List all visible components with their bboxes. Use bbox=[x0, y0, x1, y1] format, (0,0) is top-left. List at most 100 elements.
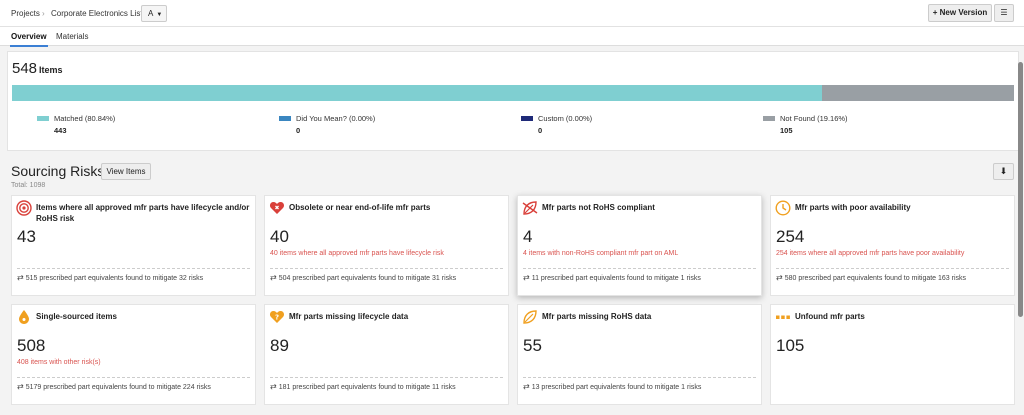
legend-label: Not Found (19.16%) bbox=[780, 114, 848, 123]
breadcrumb-list[interactable]: Corporate Electronics List bbox=[51, 9, 143, 18]
risk-card[interactable]: Obsolete or near end-of-life mfr parts 40… bbox=[264, 195, 509, 296]
tab-materials[interactable]: Materials bbox=[56, 32, 88, 41]
view-items-button[interactable]: View Items bbox=[101, 163, 151, 180]
swap-arrows-icon: ⇄ bbox=[17, 273, 24, 282]
risk-card[interactable]: Unfound mfr parts 105 bbox=[770, 304, 1015, 405]
risk-card-divider bbox=[17, 268, 250, 269]
breadcrumb-projects[interactable]: Projects bbox=[11, 9, 40, 18]
plus-icon: + bbox=[932, 8, 940, 17]
risk-card-title: Mfr parts missing RoHS data bbox=[542, 312, 652, 321]
risk-card[interactable]: Mfr parts with poor availability 254 254 i… bbox=[770, 195, 1015, 296]
risk-card-footer[interactable]: ⇄ 515 prescribed part equivalents found t… bbox=[17, 273, 203, 282]
risk-card-footer-text: 580 prescribed part equivalents found to… bbox=[784, 275, 967, 282]
swap-arrows-icon: ⇄ bbox=[270, 382, 277, 391]
risk-card-footer-text: 13 prescribed part equivalents found to … bbox=[531, 384, 702, 391]
legend-label: Matched (80.84%) bbox=[54, 114, 116, 123]
risk-card-value: 508 bbox=[17, 336, 46, 355]
top-bar: Projects › Corporate Electronics List A ▼… bbox=[0, 0, 1024, 27]
risk-card-value: 4 bbox=[523, 227, 533, 246]
risk-card-divider bbox=[523, 377, 756, 378]
risk-card-title: Obsolete or near end-of-life mfr parts bbox=[289, 203, 431, 212]
risk-card-title: Mfr parts with poor availability bbox=[795, 203, 911, 212]
broken-heart-icon bbox=[269, 200, 285, 216]
new-version-label: New Version bbox=[939, 8, 988, 17]
breadcrumb-chevron-icon: › bbox=[42, 9, 45, 18]
tab-bar: Overview Materials bbox=[0, 27, 1024, 47]
risk-card-subtext[interactable]: 4 items with non-RoHS compliant mfr part… bbox=[523, 250, 678, 257]
risk-card-subtext[interactable]: 408 items with other risk(s) bbox=[17, 359, 101, 366]
risk-card-subtext[interactable]: 40 items where all approved mfr parts ha… bbox=[270, 250, 444, 257]
swap-arrows-icon: ⇄ bbox=[17, 382, 24, 391]
svg-text:?: ? bbox=[275, 314, 279, 322]
legend-count: 443 bbox=[54, 126, 67, 135]
swap-arrows-icon: ⇄ bbox=[776, 273, 783, 282]
risk-card-title: Mfr parts missing lifecycle data bbox=[289, 312, 409, 321]
new-version-button[interactable]: + New Version bbox=[928, 4, 992, 22]
sourcing-risks-title: Sourcing Risks bbox=[11, 163, 105, 179]
legend-count: 0 bbox=[538, 126, 543, 135]
legend-swatch bbox=[521, 116, 533, 121]
legend-swatch bbox=[37, 116, 49, 121]
caret-down-icon: ▼ bbox=[156, 12, 163, 18]
download-icon: ⬇ bbox=[999, 166, 1008, 176]
risk-card-value: 55 bbox=[523, 336, 542, 355]
risk-card-footer[interactable]: ⇄ 181 prescribed part equivalents found t… bbox=[270, 382, 456, 391]
drop-icon bbox=[16, 309, 32, 325]
risks-total: Total: 1098 bbox=[11, 182, 46, 189]
risk-card[interactable]: Single-sourced items 508 408 items with ot… bbox=[11, 304, 256, 405]
matched-bar-fill bbox=[12, 85, 823, 101]
items-summary-panel: 548 Items Matched (80.84%) 443 Did You Mea… bbox=[7, 51, 1019, 151]
risk-card-footer[interactable]: ⇄ 580 prescribed part equivalents found t… bbox=[776, 273, 966, 282]
risk-card-footer[interactable]: ⇄ 11 prescribed part equivalents found to… bbox=[523, 273, 701, 282]
risk-card-divider bbox=[17, 377, 250, 378]
risk-card-title: Items where all approved mfr parts have … bbox=[36, 203, 250, 223]
legend-count: 0 bbox=[296, 126, 301, 135]
risk-card[interactable]: Mfr parts not RoHS compliant 4 4 items wit… bbox=[517, 195, 762, 296]
swap-arrows-icon: ⇄ bbox=[523, 382, 530, 391]
items-label: Items bbox=[39, 65, 63, 75]
risk-card-footer-text: 515 prescribed part equivalents found to… bbox=[25, 275, 204, 282]
clock-icon bbox=[775, 200, 791, 216]
tab-overview[interactable]: Overview bbox=[10, 32, 48, 47]
page-scrollbar[interactable] bbox=[1018, 62, 1023, 317]
swap-arrows-icon: ⇄ bbox=[523, 273, 530, 282]
menu-button[interactable]: ☰ bbox=[994, 4, 1014, 22]
legend-count: 105 bbox=[780, 126, 793, 135]
risk-card-footer-text: 181 prescribed part equivalents found to… bbox=[278, 384, 456, 391]
risk-card-divider bbox=[776, 268, 1009, 269]
risk-card-title: Single-sourced items bbox=[36, 312, 117, 321]
risk-card-subtext[interactable]: 254 items where all approved mfr parts h… bbox=[776, 250, 964, 257]
revision-value: A bbox=[148, 9, 154, 18]
risk-card[interactable]: Mfr parts missing RoHS data 55 ⇄ 13 prescri… bbox=[517, 304, 762, 405]
risk-card-value: 40 bbox=[270, 227, 289, 246]
heart-question-icon: ? bbox=[269, 309, 285, 325]
revision-select[interactable]: A ▼ bbox=[141, 5, 167, 22]
legend-label: Did You Mean? (0.00%) bbox=[296, 114, 376, 123]
risk-card-divider bbox=[270, 268, 503, 269]
risk-card-divider bbox=[523, 268, 756, 269]
legend-swatch bbox=[279, 116, 291, 121]
risk-card-footer-text: 11 prescribed part equivalents found to … bbox=[531, 275, 701, 282]
leaf-icon bbox=[522, 309, 538, 325]
risk-card-value: 254 bbox=[776, 227, 805, 246]
legend-swatch bbox=[763, 116, 775, 121]
target-icon bbox=[16, 200, 32, 216]
dots-icon bbox=[775, 309, 791, 325]
leaf-crossed-icon bbox=[522, 200, 538, 216]
risk-card-footer-text: 504 prescribed part equivalents found to… bbox=[278, 275, 457, 282]
match-progress-bar bbox=[12, 85, 1014, 101]
risk-card-footer[interactable]: ⇄ 504 prescribed part equivalents found t… bbox=[270, 273, 456, 282]
risk-card[interactable]: ? Mfr parts missing lifecycle data 89 ⇄ 181 … bbox=[264, 304, 509, 405]
risk-card-footer[interactable]: ⇄ 13 prescribed part equivalents found to… bbox=[523, 382, 701, 391]
risk-card-value: 89 bbox=[270, 336, 289, 355]
risk-card-title: Mfr parts not RoHS compliant bbox=[542, 203, 655, 212]
risk-card-footer[interactable]: ⇄ 5179 prescribed part equivalents found … bbox=[17, 382, 211, 391]
risk-card-value: 43 bbox=[17, 227, 36, 246]
risk-card-title: Unfound mfr parts bbox=[795, 312, 865, 321]
items-total: 548 bbox=[12, 60, 38, 77]
risk-card[interactable]: Items where all approved mfr parts have … bbox=[11, 195, 256, 296]
hamburger-icon: ☰ bbox=[1000, 8, 1008, 17]
legend-label: Custom (0.00%) bbox=[538, 114, 593, 123]
download-button[interactable]: ⬇ bbox=[993, 163, 1014, 180]
risk-card-footer-text: 5179 prescribed part equivalents found t… bbox=[25, 384, 211, 391]
